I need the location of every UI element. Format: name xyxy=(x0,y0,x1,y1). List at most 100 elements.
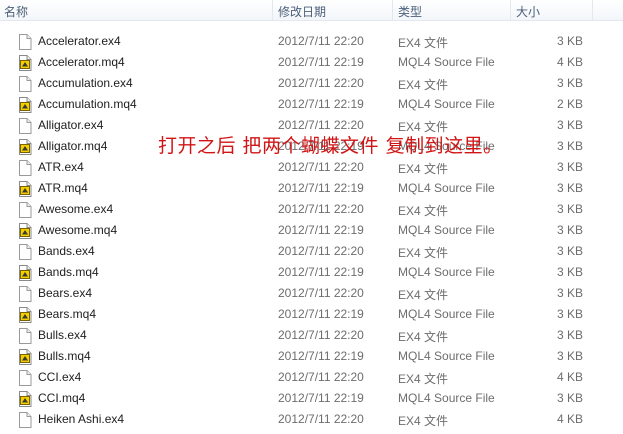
file-size: 2 KB xyxy=(556,97,583,111)
file-size: 3 KB xyxy=(556,76,583,90)
file-name: Awesome.ex4 xyxy=(38,202,114,216)
file-date: 2012/7/11 22:20 xyxy=(278,328,364,342)
file-size: 3 KB xyxy=(556,160,583,174)
blank-file-icon xyxy=(18,202,32,218)
mq4-file-icon xyxy=(18,349,32,365)
file-row[interactable]: Bears.mq4 2012/7/11 22:19 MQL4 Source File… xyxy=(0,303,623,324)
mq4-file-icon xyxy=(18,55,32,71)
file-size: 3 KB xyxy=(556,265,583,279)
mq4-file-icon xyxy=(18,181,32,197)
column-divider[interactable] xyxy=(392,0,393,20)
column-divider[interactable] xyxy=(272,0,273,20)
column-header-size[interactable]: 大小 xyxy=(516,3,540,20)
file-size: 4 KB xyxy=(556,55,583,69)
file-type: MQL4 Source File xyxy=(398,349,495,363)
column-header-type[interactable]: 类型 xyxy=(398,3,422,20)
file-row[interactable]: Heiken Ashi.ex4 2012/7/11 22:20 EX4 文件 4 KB xyxy=(0,408,623,429)
file-row[interactable]: Bears.ex4 2012/7/11 22:20 EX4 文件 3 KB xyxy=(0,282,623,303)
blank-file-icon xyxy=(18,370,32,386)
annotation-text: 打开之后 把两个蝴蝶文件 复制到这里。 xyxy=(158,135,503,157)
file-size: 3 KB xyxy=(556,244,583,258)
file-size: 3 KB xyxy=(556,307,583,321)
file-row[interactable]: CCI.ex4 2012/7/11 22:20 EX4 文件 4 KB xyxy=(0,366,623,387)
file-size: 3 KB xyxy=(556,34,583,48)
file-name: ATR.ex4 xyxy=(38,160,84,174)
file-date: 2012/7/11 22:19 xyxy=(278,223,364,237)
file-row[interactable]: Accumulation.ex4 2012/7/11 22:20 EX4 文件 3 K… xyxy=(0,72,623,93)
mq4-file-icon xyxy=(18,139,32,155)
file-name: Bands.ex4 xyxy=(38,244,95,258)
file-row[interactable]: Accelerator.ex4 2012/7/11 22:20 EX4 文件 3 KB xyxy=(0,30,623,51)
file-row[interactable]: Accelerator.mq4 2012/7/11 22:19 MQL4 Sourc… xyxy=(0,51,623,72)
file-row[interactable]: ATR.mq4 2012/7/11 22:19 MQL4 Source File 3 … xyxy=(0,177,623,198)
file-type: MQL4 Source File xyxy=(398,265,495,279)
file-date: 2012/7/11 22:19 xyxy=(278,265,364,279)
file-type: MQL4 Source File xyxy=(398,97,495,111)
file-date: 2012/7/11 22:20 xyxy=(278,160,364,174)
file-name: Accelerator.mq4 xyxy=(38,55,125,69)
file-date: 2012/7/11 22:20 xyxy=(278,412,364,426)
file-type: MQL4 Source File xyxy=(398,223,495,237)
file-row[interactable]: Bands.ex4 2012/7/11 22:20 EX4 文件 3 KB xyxy=(0,240,623,261)
file-size: 3 KB xyxy=(556,349,583,363)
file-type: EX4 文件 xyxy=(398,330,449,344)
file-type: MQL4 Source File xyxy=(398,391,495,405)
file-size: 4 KB xyxy=(556,412,583,426)
file-date: 2012/7/11 22:20 xyxy=(278,202,364,216)
file-name: CCI.mq4 xyxy=(38,391,86,405)
file-name: Accelerator.ex4 xyxy=(38,34,121,48)
file-name: Alligator.mq4 xyxy=(38,139,108,153)
file-name: Bears.mq4 xyxy=(38,307,97,321)
file-date: 2012/7/11 22:20 xyxy=(278,244,364,258)
file-type: EX4 文件 xyxy=(398,246,449,260)
column-header-bar: 名称 修改日期 类型 大小 xyxy=(0,0,623,21)
column-divider[interactable] xyxy=(592,0,593,20)
file-size: 3 KB xyxy=(556,181,583,195)
mq4-file-icon xyxy=(18,265,32,281)
file-name: ATR.mq4 xyxy=(38,181,88,195)
file-name: Bulls.mq4 xyxy=(38,349,91,363)
file-name: Bands.mq4 xyxy=(38,265,99,279)
file-name: Awesome.mq4 xyxy=(38,223,118,237)
file-type: EX4 文件 xyxy=(398,372,449,386)
file-row[interactable]: Accumulation.mq4 2012/7/11 22:19 MQL4 Sour… xyxy=(0,93,623,114)
file-date: 2012/7/11 22:19 xyxy=(278,97,364,111)
file-row[interactable]: Awesome.mq4 2012/7/11 22:19 MQL4 Source Fi… xyxy=(0,219,623,240)
file-date: 2012/7/11 22:19 xyxy=(278,391,364,405)
column-header-date[interactable]: 修改日期 xyxy=(278,3,326,20)
file-type: EX4 文件 xyxy=(398,162,449,176)
mq4-file-icon xyxy=(18,391,32,407)
file-name: Bears.ex4 xyxy=(38,286,93,300)
file-size: 4 KB xyxy=(556,370,583,384)
file-date: 2012/7/11 22:19 xyxy=(278,181,364,195)
file-size: 3 KB xyxy=(556,391,583,405)
file-row[interactable]: Bulls.ex4 2012/7/11 22:20 EX4 文件 3 KB xyxy=(0,324,623,345)
file-name: Bulls.ex4 xyxy=(38,328,87,342)
mq4-file-icon xyxy=(18,223,32,239)
file-name: CCI.ex4 xyxy=(38,370,82,384)
file-size: 3 KB xyxy=(556,286,583,300)
file-name: Alligator.ex4 xyxy=(38,118,104,132)
file-name: Heiken Ashi.ex4 xyxy=(38,412,125,426)
file-type: EX4 文件 xyxy=(398,78,449,92)
file-date: 2012/7/11 22:19 xyxy=(278,349,364,363)
blank-file-icon xyxy=(18,118,32,134)
column-header-name[interactable]: 名称 xyxy=(4,3,28,20)
mq4-file-icon xyxy=(18,307,32,323)
file-row[interactable]: Awesome.ex4 2012/7/11 22:20 EX4 文件 3 KB xyxy=(0,198,623,219)
mq4-file-icon xyxy=(18,97,32,113)
file-row[interactable]: CCI.mq4 2012/7/11 22:19 MQL4 Source File 3 … xyxy=(0,387,623,408)
file-row[interactable]: Bands.mq4 2012/7/11 22:19 MQL4 Source File… xyxy=(0,261,623,282)
file-type: MQL4 Source File xyxy=(398,307,495,321)
blank-file-icon xyxy=(18,286,32,302)
file-date: 2012/7/11 22:19 xyxy=(278,55,364,69)
blank-file-icon xyxy=(18,244,32,260)
blank-file-icon xyxy=(18,34,32,50)
file-row[interactable]: Bulls.mq4 2012/7/11 22:19 MQL4 Source File… xyxy=(0,345,623,366)
file-row[interactable]: ATR.ex4 2012/7/11 22:20 EX4 文件 3 KB xyxy=(0,156,623,177)
file-date: 2012/7/11 22:20 xyxy=(278,76,364,90)
column-divider[interactable] xyxy=(510,0,511,20)
file-date: 2012/7/11 22:20 xyxy=(278,286,364,300)
blank-file-icon xyxy=(18,160,32,176)
file-type: EX4 文件 xyxy=(398,36,449,50)
